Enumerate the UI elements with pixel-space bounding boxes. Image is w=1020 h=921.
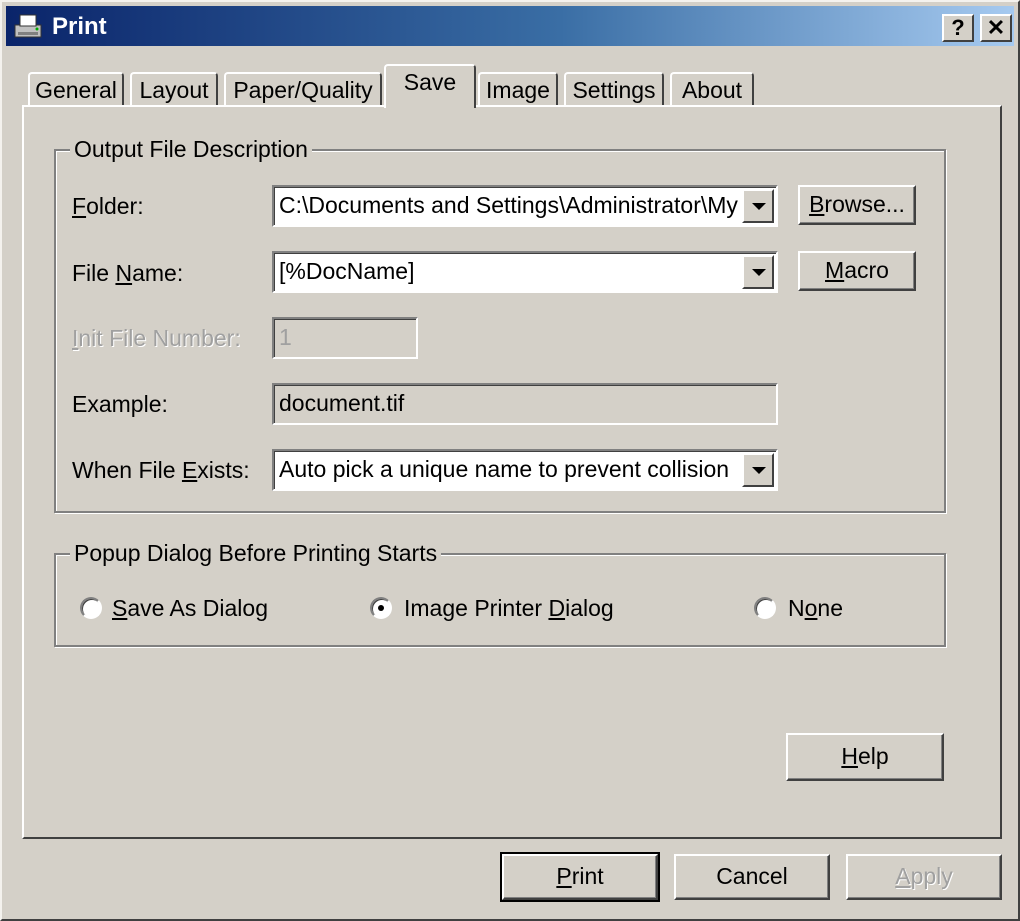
- tab-label: Save: [403, 69, 457, 95]
- tab-image[interactable]: Image: [478, 72, 558, 106]
- filename-combobox[interactable]: [%DocName]: [272, 251, 778, 293]
- filename-value: [%DocName]: [279, 258, 415, 284]
- when-file-exists-value: Auto pick a unique name to prevent colli…: [279, 456, 730, 482]
- chevron-down-icon[interactable]: [742, 255, 774, 289]
- output-file-group: Output File Description Folder: C:\Docum…: [54, 136, 946, 513]
- close-icon: ✕: [986, 15, 1006, 40]
- title-bar[interactable]: Print ? ✕: [6, 6, 1014, 46]
- radio-image-printer-dialog[interactable]: [370, 597, 392, 619]
- tab-save[interactable]: Save: [384, 64, 476, 108]
- tab-label: Image: [486, 77, 550, 103]
- image-printer-dialog-label[interactable]: Image Printer Dialog: [404, 595, 614, 621]
- help-button[interactable]: Help: [786, 733, 944, 781]
- tab-label: Settings: [572, 77, 656, 103]
- example-label: Example:: [72, 391, 168, 417]
- printer-icon: [14, 14, 42, 38]
- apply-button[interactable]: Apply: [846, 854, 1002, 900]
- folder-label: Folder:: [72, 193, 144, 219]
- tab-paper-quality[interactable]: Paper/Quality: [224, 72, 382, 106]
- popup-dialog-group: Popup Dialog Before Printing Starts Save…: [54, 540, 946, 647]
- init-file-number-input: 1: [272, 317, 418, 359]
- macro-button[interactable]: Macro: [798, 251, 916, 291]
- browse-button[interactable]: Browse...: [798, 185, 916, 225]
- radio-save-as-dialog[interactable]: [80, 597, 102, 619]
- window-title: Print: [52, 13, 107, 40]
- chevron-down-icon[interactable]: [742, 189, 774, 223]
- when-file-exists-label: When File Exists:: [72, 457, 250, 483]
- tab-settings[interactable]: Settings: [564, 72, 664, 106]
- group-legend: Popup Dialog Before Printing Starts: [70, 540, 442, 566]
- cancel-button[interactable]: Cancel: [674, 854, 830, 900]
- tab-general[interactable]: General: [28, 72, 124, 106]
- folder-value: C:\Documents and Settings\Administrator\…: [279, 192, 738, 218]
- tab-about[interactable]: About: [670, 72, 754, 106]
- tab-label: About: [681, 77, 743, 103]
- tab-layout[interactable]: Layout: [130, 72, 218, 106]
- tab-label: General: [35, 77, 117, 103]
- folder-combobox[interactable]: C:\Documents and Settings\Administrator\…: [272, 185, 778, 227]
- close-button[interactable]: ✕: [980, 14, 1012, 42]
- filename-label: File Name:: [72, 260, 184, 286]
- group-legend: Output File Description: [70, 136, 312, 162]
- help-title-button[interactable]: ?: [942, 14, 974, 42]
- when-file-exists-select[interactable]: Auto pick a unique name to prevent colli…: [272, 449, 778, 491]
- init-file-number-label: Init File Number:: [72, 325, 241, 351]
- tab-label: Layout: [139, 77, 209, 103]
- example-value: document.tif: [272, 383, 778, 425]
- tab-label: Paper/Quality: [233, 77, 373, 103]
- save-as-dialog-label[interactable]: Save As Dialog: [112, 595, 268, 621]
- none-label[interactable]: None: [788, 595, 843, 621]
- print-button[interactable]: Print: [500, 852, 660, 902]
- radio-none[interactable]: [754, 597, 776, 619]
- print-dialog: Print ? ✕ General Layout Paper/Quality S…: [0, 0, 1020, 921]
- chevron-down-icon[interactable]: [742, 453, 774, 487]
- tab-panel-save: Output File Description Folder: C:\Docum…: [22, 105, 1002, 839]
